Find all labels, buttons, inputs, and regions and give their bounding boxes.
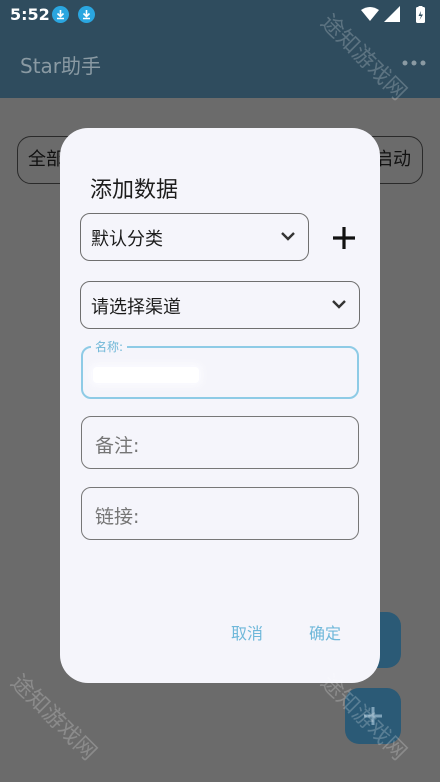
wifi-icon — [361, 7, 379, 21]
chevron-down-icon — [281, 232, 295, 241]
link-field-placeholder: 链接: — [95, 506, 140, 528]
more-vert-icon[interactable] — [402, 60, 426, 66]
remark-field[interactable]: 备注: — [81, 416, 359, 469]
system-status-icons — [361, 6, 425, 23]
status-bar: 5:52 — [0, 0, 440, 30]
name-field-label: 名称: — [91, 338, 128, 355]
cancel-button[interactable]: 取消 — [231, 620, 263, 644]
remark-field-placeholder: 备注: — [95, 435, 140, 457]
download-icon — [52, 6, 69, 23]
chevron-down-icon — [332, 300, 346, 309]
name-field-value-redacted — [93, 367, 199, 383]
download-icon — [78, 6, 95, 23]
category-dropdown-value: 默认分类 — [91, 229, 163, 250]
signal-icon — [384, 6, 400, 22]
add-category-plus-icon[interactable] — [330, 224, 358, 252]
name-field[interactable]: 名称: — [81, 338, 359, 399]
channel-dropdown-value: 请选择渠道 — [91, 297, 181, 318]
add-data-dialog: 添加数据 默认分类 请选择渠道 名称: 备注: 链接: 取消 确定 — [60, 128, 380, 683]
category-dropdown[interactable]: 默认分类 — [80, 213, 309, 261]
status-time: 5:52 — [10, 5, 50, 24]
channel-dropdown[interactable]: 请选择渠道 — [80, 281, 360, 329]
dialog-title: 添加数据 — [90, 178, 179, 203]
confirm-button[interactable]: 确定 — [309, 620, 341, 644]
link-field[interactable]: 链接: — [81, 487, 359, 540]
app-title: Star助手 — [20, 54, 102, 78]
